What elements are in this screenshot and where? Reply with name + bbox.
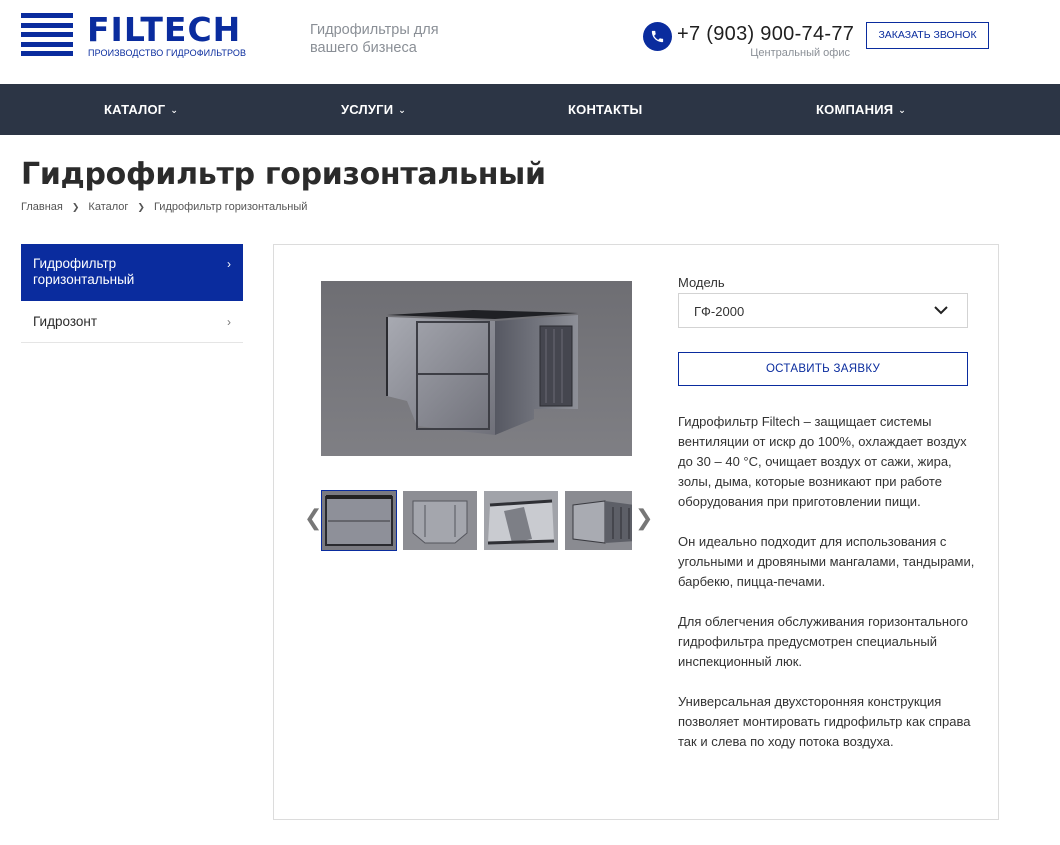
- sidebar-item-hydrozont[interactable]: Гидрозонт ›: [21, 301, 243, 343]
- logo[interactable]: FILTECH ПРОИЗВОДСТВО ГИДРОФИЛЬТРОВ: [21, 10, 251, 63]
- description-paragraph: Гидрофильтр Filtech – защищает системы в…: [678, 414, 967, 509]
- logo-name: FILTECH: [87, 10, 242, 49]
- product-description: Гидрофильтр Filtech – защищает системы в…: [678, 412, 978, 772]
- chevron-down-icon: ⌄: [170, 105, 179, 115]
- description-paragraph: Универсальная двухсторонняя конструкция …: [678, 694, 971, 749]
- description-paragraph: Он идеально подходит для использования с…: [678, 534, 975, 589]
- chevron-down-icon: ⌄: [398, 105, 407, 115]
- chevron-right-icon: ❯: [71, 202, 80, 212]
- model-label: Модель: [678, 275, 725, 290]
- gallery-prev-button[interactable]: ❮: [304, 507, 322, 529]
- product-main-image[interactable]: [321, 281, 632, 456]
- chevron-right-icon: ❯: [137, 202, 145, 212]
- chevron-right-icon: ›: [227, 315, 231, 329]
- breadcrumb-home[interactable]: Главная: [21, 201, 63, 213]
- phone-number[interactable]: +7 (903) 900-74-77: [677, 23, 854, 46]
- product-panel: ❮ ❯ Модель ГФ-2000 ОСТАВИТЬ ЗАЯВКУ Гидро…: [273, 244, 999, 820]
- description-paragraph: Для облегчения обслуживания горизонтальн…: [678, 614, 968, 669]
- chevron-down-icon: [934, 306, 948, 315]
- chevron-down-icon: ⌄: [898, 105, 907, 115]
- thumbnail-3[interactable]: [484, 491, 558, 550]
- sidebar: Гидрофильтр горизонтальный › Гидрозонт ›: [21, 244, 243, 343]
- breadcrumb: Главная ❯ Каталог ❯ Гидрофильтр горизонтальн…: [21, 201, 307, 213]
- site-header: FILTECH ПРОИЗВОДСТВО ГИДРОФИЛЬТРОВ Гидро…: [0, 0, 1060, 84]
- breadcrumb-catalog[interactable]: Каталог: [88, 201, 128, 213]
- sidebar-item-label: Гидрофильтр горизонтальный: [33, 256, 135, 287]
- nav-item-label: КАТАЛОГ: [104, 102, 166, 117]
- model-select-value: ГФ-2000: [694, 304, 745, 319]
- sidebar-item-label: Гидрозонт: [33, 314, 98, 329]
- breadcrumb-current: Гидрофильтр горизонтальный: [153, 201, 308, 213]
- nav-item-label: КОМПАНИЯ: [816, 102, 894, 117]
- page-title: Гидрофильтр горизонтальный: [21, 157, 546, 192]
- main-nav: КАТАЛОГ ⌄ УСЛУГИ ⌄ КОНТАКТЫ КОМПАНИЯ ⌄: [0, 84, 1060, 135]
- order-call-button[interactable]: ЗАКАЗАТЬ ЗВОНОК: [866, 22, 989, 49]
- gallery-next-button[interactable]: ❯: [635, 507, 653, 529]
- nav-item-catalog[interactable]: КАТАЛОГ ⌄: [104, 84, 178, 135]
- nav-item-label: УСЛУГИ: [341, 102, 394, 117]
- thumbnail-4[interactable]: [565, 491, 632, 550]
- logo-stripes-icon: [21, 13, 73, 61]
- submit-request-button[interactable]: ОСТАВИТЬ ЗАЯВКУ: [678, 352, 968, 386]
- nav-item-label: КОНТАКТЫ: [568, 102, 643, 117]
- sidebar-item-horizontal-filter[interactable]: Гидрофильтр горизонтальный ›: [21, 244, 243, 301]
- office-label: Центральный офис: [750, 47, 850, 59]
- phone-icon: [643, 22, 672, 51]
- logo-subtitle: ПРОИЗВОДСТВО ГИДРОФИЛЬТРОВ: [88, 48, 247, 58]
- thumbnail-1[interactable]: [321, 490, 397, 551]
- thumbnail-strip: [321, 490, 632, 552]
- nav-item-services[interactable]: УСЛУГИ ⌄: [341, 84, 406, 135]
- model-select[interactable]: ГФ-2000: [678, 293, 968, 328]
- nav-item-company[interactable]: КОМПАНИЯ ⌄: [816, 84, 906, 135]
- thumbnail-2[interactable]: [403, 491, 477, 550]
- chevron-right-icon: ›: [227, 257, 231, 271]
- nav-item-contacts[interactable]: КОНТАКТЫ: [568, 84, 642, 135]
- tagline: Гидрофильтры для вашего бизнеса: [310, 22, 439, 56]
